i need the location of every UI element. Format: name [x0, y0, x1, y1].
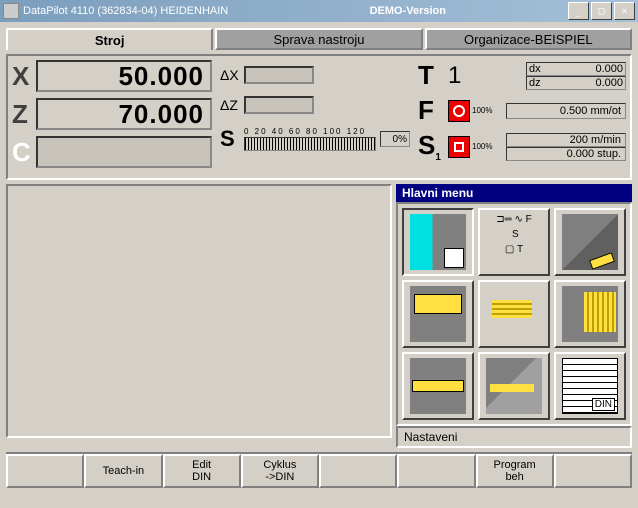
feed-f-label: F	[418, 95, 440, 126]
minimize-button[interactable]: _	[568, 2, 589, 20]
main-menu-title: Hlavni menu	[396, 184, 632, 202]
spindle-speed: 200 m/min	[506, 133, 626, 147]
single-cut-icon	[562, 214, 618, 270]
delta-x-value	[244, 66, 314, 84]
delta-z-value	[244, 96, 314, 114]
softkey-bar: Teach-in Edit DIN Cyklus ->DIN Program b…	[6, 452, 632, 488]
spindle-stop-icon	[448, 136, 470, 158]
fst-icon: ⊐═ ∿ F S ▢ T	[486, 214, 542, 270]
spindle-override: 100%	[472, 142, 492, 151]
softkey-program-beh[interactable]: Program beh	[476, 454, 554, 488]
feed-value: 0.500 mm/ot	[506, 103, 626, 119]
spindle-load-bar	[244, 137, 376, 151]
softkey-1[interactable]	[6, 454, 84, 488]
main-menu-grid: ⊐═ ∿ F S ▢ T	[396, 202, 632, 426]
dro-panel: X 50.000 Z 70.000 C ΔX ΔZ S	[6, 54, 632, 180]
threading-icon	[562, 286, 618, 342]
menu-din-program[interactable]	[554, 352, 626, 420]
axis-x-value: 50.000	[36, 60, 212, 92]
menu-grooving[interactable]	[478, 280, 550, 348]
workpiece-icon	[410, 214, 466, 270]
menu-threading[interactable]	[554, 280, 626, 348]
feed-stop-icon	[448, 100, 470, 122]
main-tabs: Stroj Sprava nastroju Organizace-BEISPIE…	[6, 28, 632, 50]
menu-tool-fst[interactable]: ⊐═ ∿ F S ▢ T	[478, 208, 550, 276]
milling-icon	[486, 358, 542, 414]
softkey-teach-in[interactable]: Teach-in	[84, 454, 162, 488]
spindle-s-label-2: S1	[418, 130, 440, 163]
menu-workpiece-setup[interactable]	[402, 208, 474, 276]
spindle-percent: 0%	[380, 131, 410, 147]
axis-z-value: 70.000	[36, 98, 212, 130]
tool-number: 1	[448, 62, 461, 90]
menu-milling[interactable]	[478, 352, 550, 420]
menu-status-text: Nastaveni	[396, 426, 632, 448]
spindle-s-label: S	[220, 126, 244, 152]
drilling-icon	[410, 358, 466, 414]
axis-z-label: Z	[12, 99, 36, 130]
softkey-cyklus-din[interactable]: Cyklus ->DIN	[241, 454, 319, 488]
roughing-icon	[410, 286, 466, 342]
close-button[interactable]: ×	[614, 2, 635, 20]
tab-machine[interactable]: Stroj	[6, 28, 213, 50]
menu-drilling[interactable]	[402, 352, 474, 420]
app-icon	[3, 3, 19, 19]
window-title: DataPilot 4110 (362834-04) HEIDENHAIN	[23, 5, 370, 17]
delta-z-label: ΔZ	[220, 97, 244, 113]
menu-single-cut[interactable]	[554, 208, 626, 276]
axis-c-label: C	[12, 137, 36, 168]
softkey-edit-din[interactable]: Edit DIN	[163, 454, 241, 488]
tool-t-label: T	[418, 60, 440, 91]
softkey-6[interactable]	[397, 454, 475, 488]
softkey-8[interactable]	[554, 454, 632, 488]
demo-label: DEMO-Version	[370, 5, 446, 17]
din-icon	[562, 358, 618, 414]
grooving-icon	[486, 286, 542, 342]
tab-tool-admin[interactable]: Sprava nastroju	[215, 28, 422, 50]
dx-label: dx	[529, 63, 595, 75]
axis-x-label: X	[12, 61, 36, 92]
axis-c-value	[36, 136, 212, 168]
maximize-button[interactable]: □	[591, 2, 612, 20]
spindle-scale-ticks: 0 20 40 60 80 100 120	[244, 127, 376, 136]
dz-value: 0.000	[595, 77, 623, 89]
window-titlebar: DataPilot 4110 (362834-04) HEIDENHAIN DE…	[0, 0, 638, 22]
dz-label: dz	[529, 77, 595, 89]
feed-override: 100%	[472, 106, 492, 115]
graphics-workspace	[6, 184, 392, 438]
menu-roughing[interactable]	[402, 280, 474, 348]
tab-organization[interactable]: Organizace-BEISPIEL	[425, 28, 632, 50]
dx-value: 0.000	[595, 63, 623, 75]
spindle-angle: 0.000 stup.	[506, 147, 626, 161]
softkey-5[interactable]	[319, 454, 397, 488]
delta-x-label: ΔX	[220, 67, 244, 83]
